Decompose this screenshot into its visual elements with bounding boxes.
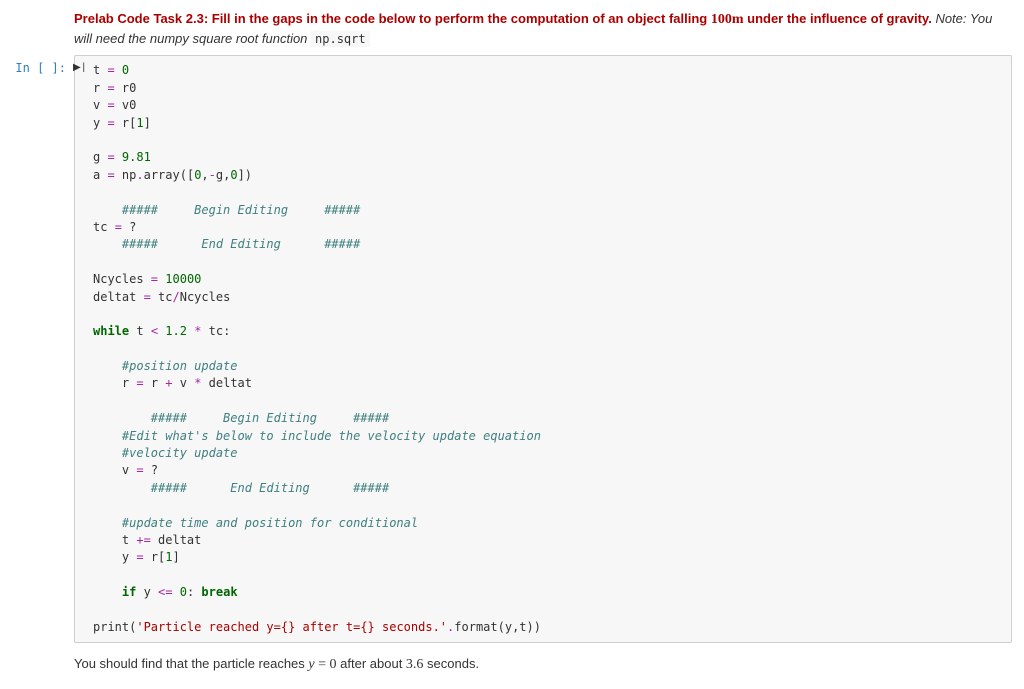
task-distance: 100m [711, 12, 744, 27]
task-title: Prelab Code Task 2.3: Fill in the gaps i… [74, 11, 935, 26]
code-block[interactable]: t = 0 r = r0 v = v0 y = r[1] g = 9.81 a … [83, 62, 1003, 636]
np-sqrt-code: np.sqrt [311, 31, 370, 47]
followup-text: You should find that the particle reache… [74, 653, 1002, 681]
prelab-task-text: Prelab Code Task 2.3: Fill in the gaps i… [74, 8, 1002, 53]
math-y0: y = 0 [308, 657, 336, 672]
code-cell[interactable]: In [ ]: ▶| t = 0 r = r0 v = v0 y = r[1] … [12, 55, 1012, 643]
input-prompt: In [ ]: [12, 55, 74, 643]
run-cell-icon[interactable]: ▶| [73, 62, 87, 74]
code-input-area[interactable]: ▶| t = 0 r = r0 v = v0 y = r[1] g = 9.81… [74, 55, 1012, 643]
notebook-container: Prelab Code Task 2.3: Fill in the gaps i… [0, 0, 1024, 689]
math-time: 3.6 [406, 657, 424, 672]
